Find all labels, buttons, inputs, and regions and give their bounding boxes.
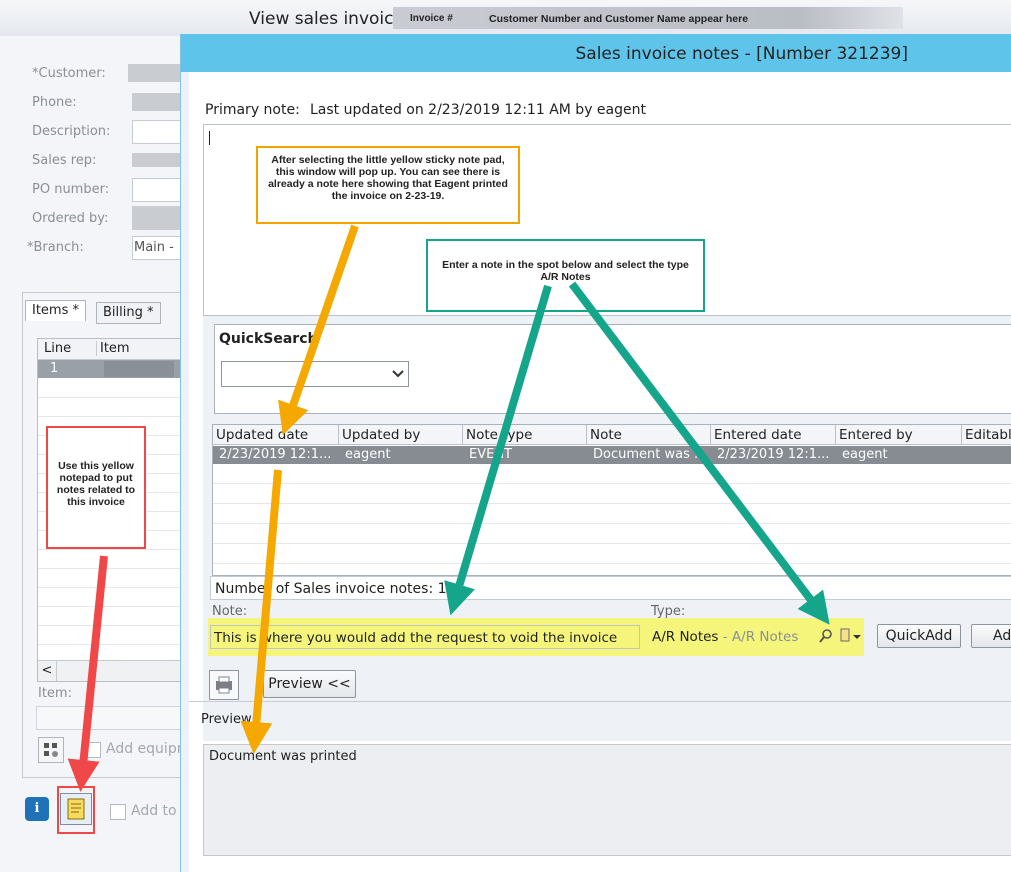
orange-arrow-to-preview: [240, 469, 282, 754]
annotation-arrows: [67, 224, 830, 792]
red-arrow-to-notepad: [67, 555, 108, 792]
green-arrow-to-note: [444, 284, 552, 616]
orange-arrow-to-row: [278, 224, 359, 436]
green-arrow-to-type: [568, 281, 830, 625]
